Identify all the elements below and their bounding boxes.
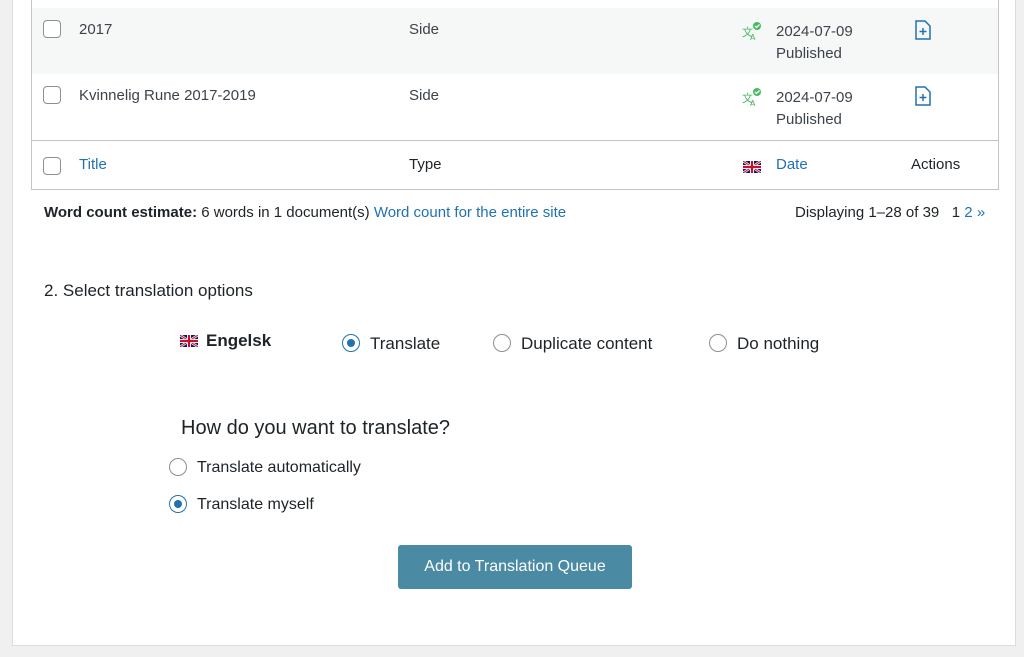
word-count-estimate: Word count estimate: 6 words in 1 docume… — [44, 204, 566, 221]
page-2-link[interactable]: 2 — [964, 204, 972, 221]
row-date: 2024-07-09 Published — [776, 87, 853, 131]
row-type: Side — [409, 21, 440, 38]
row-checkbox[interactable] — [43, 20, 61, 38]
translate-radio[interactable] — [342, 334, 360, 352]
displaying-text: Displaying 1–28 of 39 — [795, 204, 940, 221]
translate-automatically-radio[interactable] — [169, 458, 187, 476]
row-date: 2024-07-09 Published — [776, 21, 853, 65]
translation-method-title: How do you want to translate? — [181, 417, 451, 439]
type-header: Type — [409, 156, 442, 173]
svg-text:A: A — [750, 33, 756, 41]
next-page-link[interactable]: » — [977, 204, 985, 221]
word-count-text: 6 words in 1 document(s) — [201, 204, 370, 221]
table-footer: Title Type Date Actions — [32, 140, 998, 188]
select-all-checkbox[interactable] — [43, 157, 61, 175]
translation-complete-icon: 文 A — [742, 88, 761, 107]
section-title: 2. Select translation options — [44, 281, 253, 300]
current-page: 1 — [951, 204, 961, 221]
add-to-translation-queue-button[interactable]: Add to Translation Queue — [398, 545, 632, 589]
duplicate-content-label[interactable]: Duplicate content — [521, 334, 652, 354]
main-panel: 2017 Side 文 A 2024-07-09 Published Kvinn… — [12, 0, 1016, 646]
add-document-icon[interactable] — [912, 19, 934, 41]
row-title: Kvinnelig Rune 2017-2019 — [79, 87, 256, 104]
uk-flag-icon — [743, 161, 761, 173]
add-document-icon[interactable] — [912, 85, 934, 107]
translate-myself-label[interactable]: Translate myself — [197, 496, 314, 514]
word-count-label: Word count estimate: — [44, 204, 198, 221]
pagination: Displaying 1–28 of 39 1 2 » — [795, 204, 985, 221]
do-nothing-label[interactable]: Do nothing — [737, 334, 819, 354]
word-count-site-link[interactable]: Word count for the entire site — [374, 204, 566, 221]
post-status: Published — [776, 45, 842, 62]
sort-title-link[interactable]: Title — [79, 156, 107, 173]
date-value: 2024-07-09 — [776, 23, 853, 40]
translate-myself-radio[interactable] — [169, 495, 187, 513]
date-value: 2024-07-09 — [776, 89, 853, 106]
translate-automatically-label[interactable]: Translate automatically — [197, 459, 361, 477]
uk-flag-icon — [180, 335, 198, 347]
language-label: Engelsk — [180, 331, 271, 351]
row-type: Side — [409, 87, 440, 104]
table-row: 2017 Side 文 A 2024-07-09 Published — [32, 8, 998, 74]
translate-label[interactable]: Translate — [370, 334, 440, 354]
row-title: 2017 — [79, 21, 113, 38]
actions-header: Actions — [911, 156, 961, 173]
row-checkbox[interactable] — [43, 86, 61, 104]
post-status: Published — [776, 111, 842, 128]
duplicate-content-radio[interactable] — [493, 334, 511, 352]
language-name: Engelsk — [206, 331, 272, 350]
documents-table: 2017 Side 文 A 2024-07-09 Published Kvinn… — [31, 0, 999, 190]
sort-date-link[interactable]: Date — [776, 156, 808, 173]
do-nothing-radio[interactable] — [709, 334, 727, 352]
svg-text:A: A — [750, 99, 756, 107]
table-row: Kvinnelig Rune 2017-2019 Side 文 A 2024-0… — [32, 74, 998, 140]
translation-complete-icon: 文 A — [742, 22, 761, 41]
